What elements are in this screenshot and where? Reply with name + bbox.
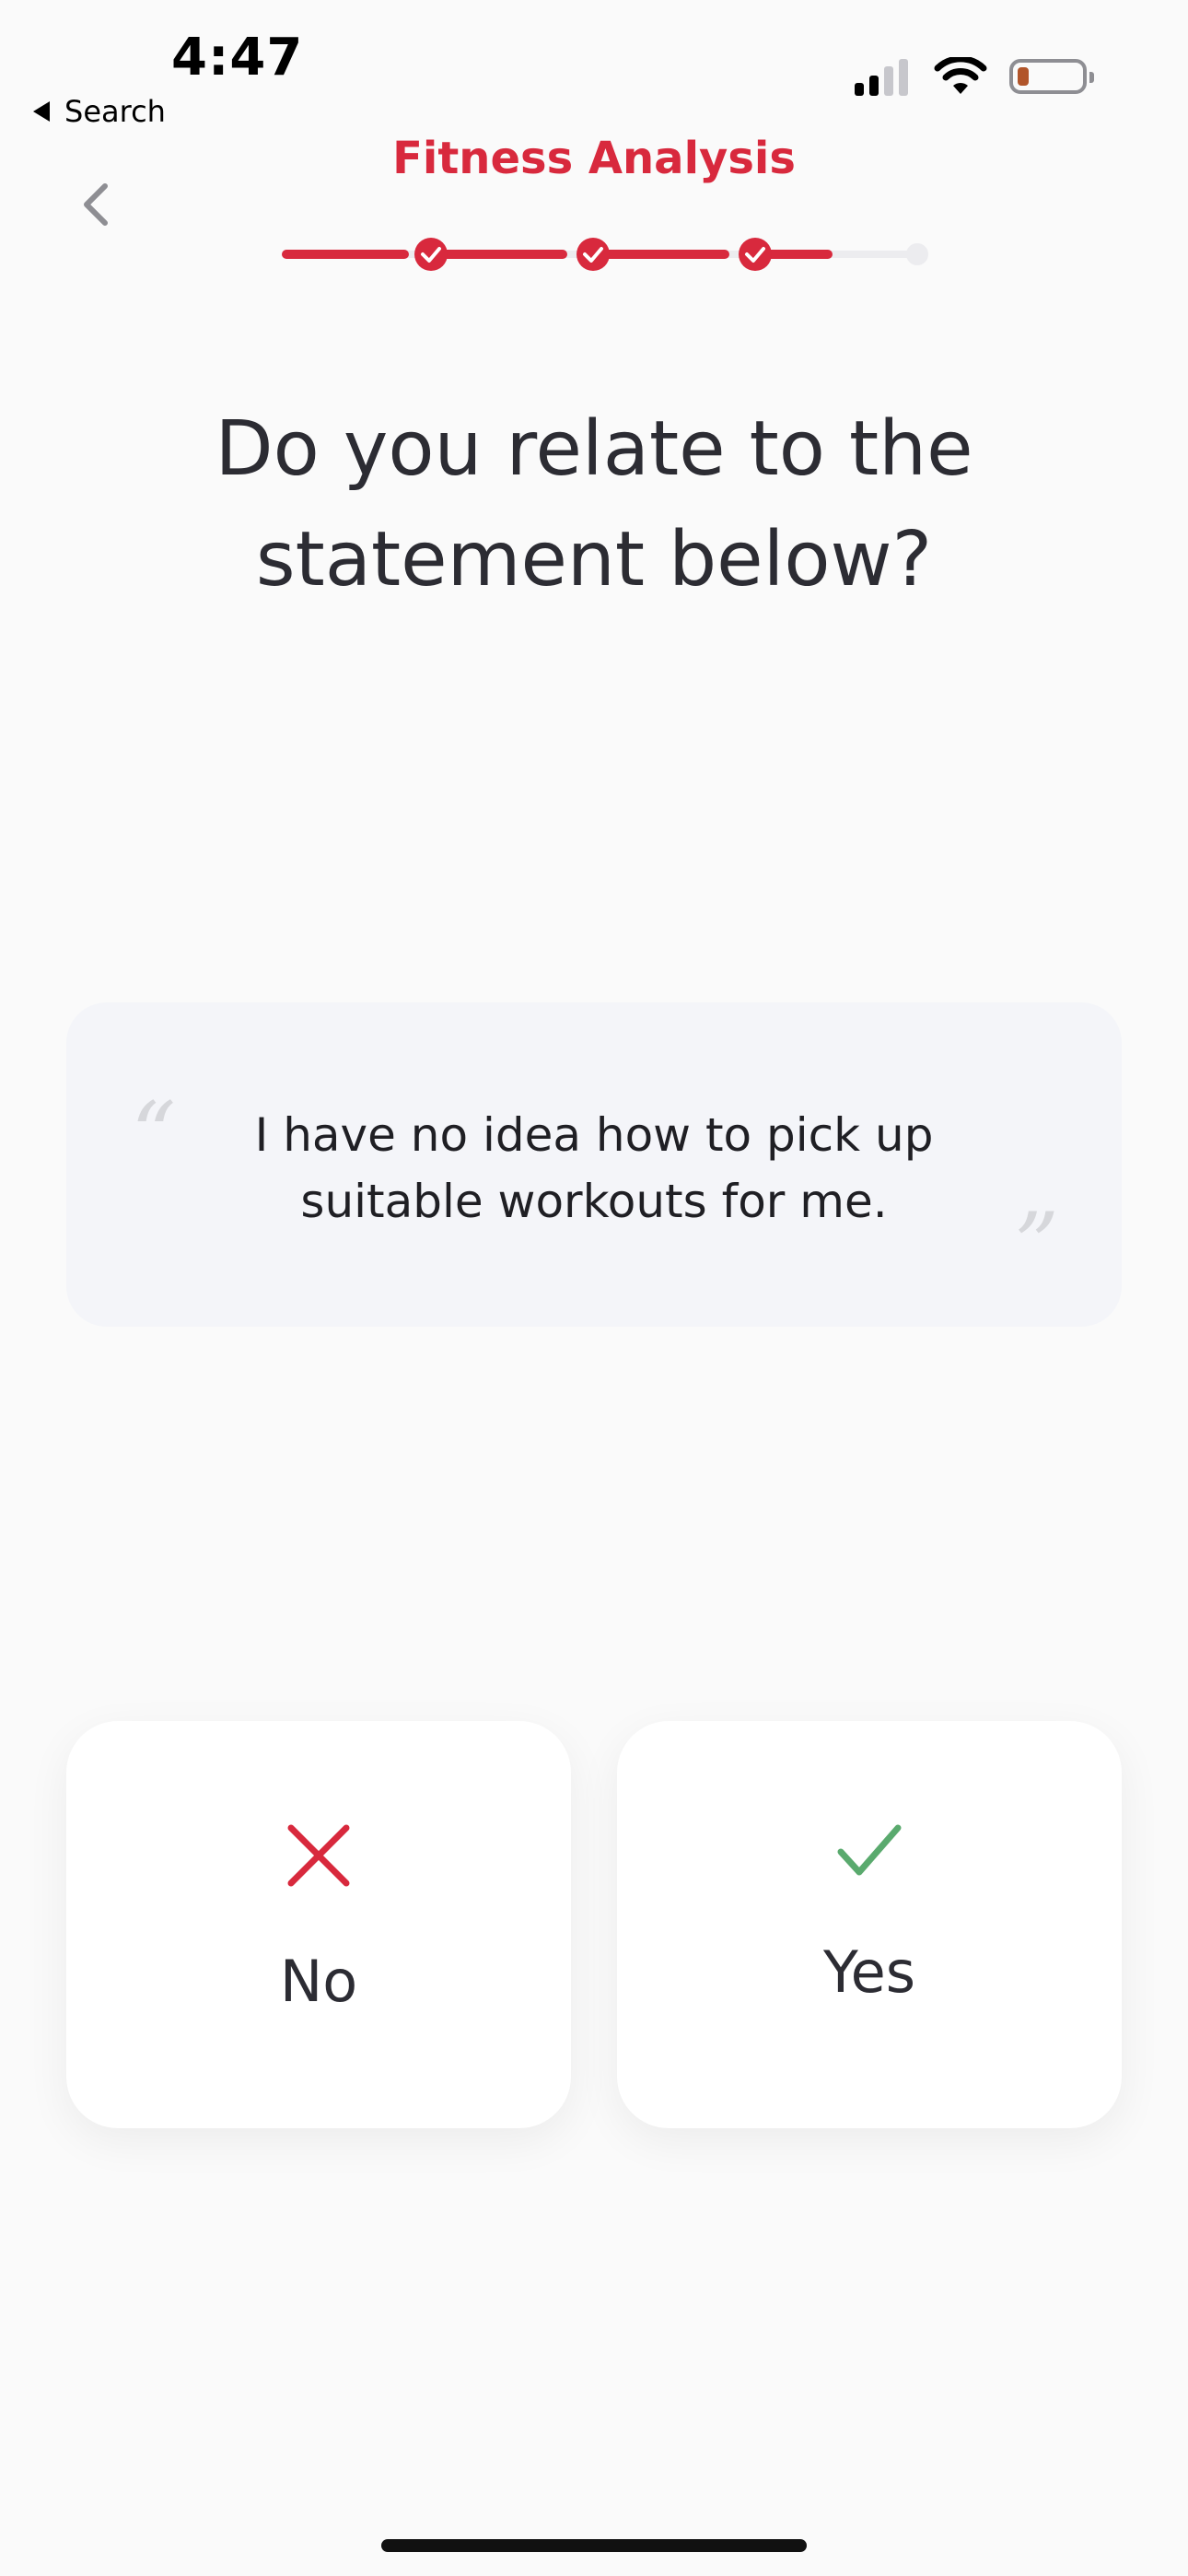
progress-segment-2 (429, 250, 567, 259)
back-triangle-icon (33, 101, 50, 122)
statement-card: “ I have no idea how to pick up suitable… (66, 1002, 1122, 1327)
chevron-left-icon[interactable] (74, 179, 118, 230)
yes-label: Yes (822, 1938, 916, 2006)
progress-segment-3 (591, 250, 729, 259)
step-check-2-icon (577, 238, 610, 271)
close-icon (287, 1824, 350, 1887)
wifi-icon (934, 57, 987, 94)
status-icons (855, 57, 1094, 96)
step-end-dot (906, 243, 928, 265)
statement-text: I have no idea how to pick up suitable w… (186, 1102, 1002, 1235)
status-back-link[interactable]: Search (33, 94, 166, 129)
signal-icon (855, 57, 914, 96)
no-button[interactable]: No (66, 1721, 571, 2128)
status-back-label: Search (64, 94, 166, 129)
battery-level (1018, 67, 1029, 86)
statement-line-1: I have no idea how to pick up (254, 1108, 934, 1162)
home-indicator[interactable] (381, 2539, 807, 2552)
open-quote-icon: “ (131, 1083, 177, 1187)
progress-stepper (282, 238, 928, 271)
check-icon (837, 1824, 902, 1876)
no-label: No (279, 1948, 358, 2015)
question-line-1: Do you relate to the (215, 405, 973, 493)
status-time: 4:47 (171, 28, 304, 88)
question-heading: Do you relate to the statement below? (92, 394, 1096, 615)
question-line-2: statement below? (255, 516, 933, 603)
statement-line-2: suitable workouts for me. (300, 1175, 888, 1228)
progress-segment-1 (282, 250, 409, 259)
battery-icon (1009, 59, 1094, 94)
close-quote-icon: ” (1013, 1194, 1059, 1297)
yes-button[interactable]: Yes (617, 1721, 1122, 2128)
page-title: Fitness Analysis (392, 133, 796, 184)
step-check-3-icon (739, 238, 772, 271)
step-check-1-icon (414, 238, 448, 271)
